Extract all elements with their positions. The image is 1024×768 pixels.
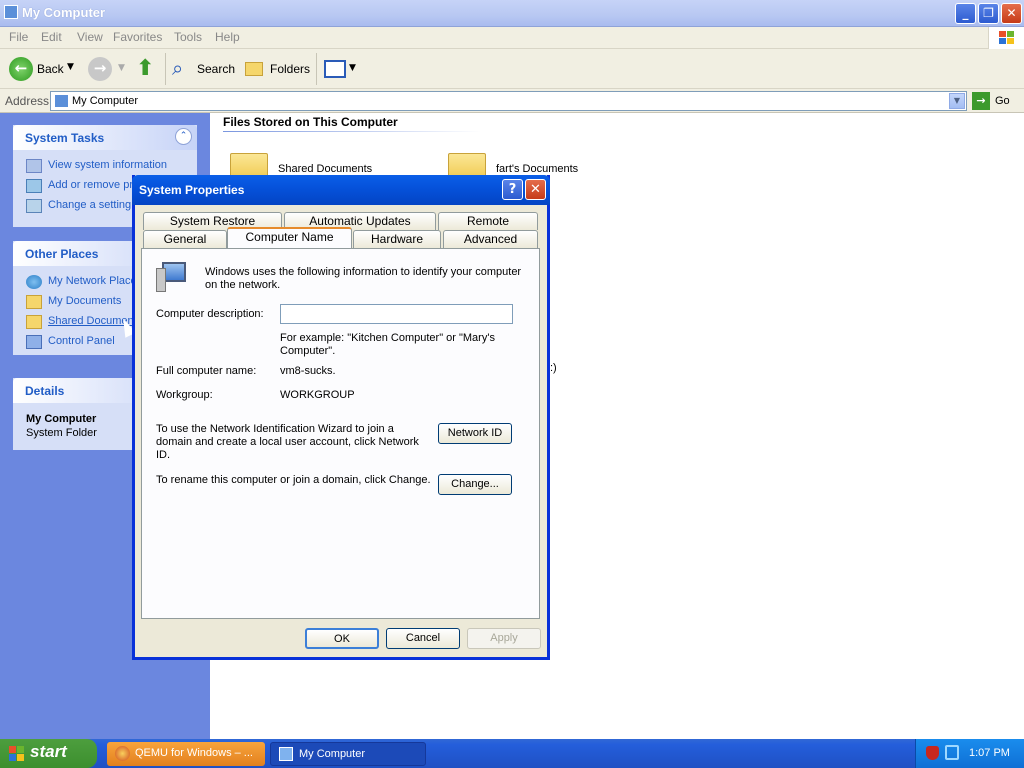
network-places-icon <box>26 275 42 289</box>
computer-icon <box>55 95 68 107</box>
windows-logo-icon <box>9 746 25 761</box>
task-view-system-info[interactable]: View system information <box>48 159 194 171</box>
section-divider <box>223 131 481 132</box>
change-button[interactable]: Change... <box>438 474 512 495</box>
computer-icon <box>4 5 18 19</box>
full-name-label: Full computer name: <box>156 365 257 377</box>
window-titlebar: My Computer _ ❐ ✕ <box>0 0 1024 27</box>
system-tasks-header[interactable]: System Tasks <box>13 125 197 150</box>
menu-favorites[interactable]: Favorites <box>113 30 162 44</box>
views-button[interactable]: ▼ <box>322 57 358 81</box>
shared-documents-icon <box>26 315 42 329</box>
computer-description-input[interactable] <box>280 304 513 324</box>
windows-logo-icon <box>988 27 1024 49</box>
details-name: My Computer <box>26 413 97 425</box>
folders-label: Folders <box>270 62 311 76</box>
computer-icon <box>156 262 188 292</box>
menu-edit[interactable]: Edit <box>41 30 62 44</box>
start-button[interactable]: start <box>0 739 97 768</box>
tab-advanced[interactable]: Advanced <box>443 230 538 248</box>
back-arrow-icon: ← <box>9 57 33 81</box>
rename-text: To rename this computer or join a domain… <box>156 474 431 486</box>
system-tray: 1:07 PM <box>915 739 1024 768</box>
apply-button[interactable]: Apply <box>467 628 541 649</box>
my-documents-icon <box>26 295 42 309</box>
chevron-down-icon[interactable]: ▼ <box>67 62 74 72</box>
tab-hardware[interactable]: Hardware <box>353 230 441 248</box>
partial-drive-label: :) <box>550 362 557 374</box>
network-id-button[interactable]: Network ID <box>438 423 512 444</box>
dialog-title: System Properties <box>139 183 245 197</box>
folder-shared-documents[interactable]: Shared Documents <box>278 163 372 175</box>
back-label: Back <box>37 62 64 76</box>
network-icon[interactable] <box>945 745 959 760</box>
collapse-icon[interactable]: ⌃ <box>175 128 192 145</box>
add-remove-icon <box>26 179 42 193</box>
ok-button[interactable]: OK <box>305 628 379 649</box>
address-dropdown-button[interactable]: ▼ <box>949 93 965 109</box>
start-label: start <box>30 742 67 761</box>
menu-bar: File Edit View Favorites Tools Help <box>0 27 1024 49</box>
menu-view[interactable]: View <box>77 30 103 44</box>
section-title: Files Stored on This Computer <box>223 115 398 129</box>
restore-button[interactable]: ❐ <box>978 3 999 24</box>
task-my-computer-label: My Computer <box>299 748 366 760</box>
go-button[interactable]: → Go <box>972 91 1022 111</box>
task-qemu-label: QEMU for Windows – ... <box>135 747 253 759</box>
folder-icon <box>245 62 263 76</box>
folders-button[interactable]: Folders <box>243 53 311 85</box>
clock: 1:07 PM <box>969 747 1010 759</box>
details-type: System Folder <box>26 427 97 439</box>
control-panel-icon <box>26 335 42 349</box>
computer-icon <box>279 747 293 761</box>
address-input[interactable]: My Computer ▼ <box>50 91 967 111</box>
menu-file[interactable]: File <box>9 30 28 44</box>
back-button[interactable]: ← Back ▼ <box>5 53 81 85</box>
full-name-value: vm8-sucks. <box>280 365 336 377</box>
description-example: For example: "Kitchen Computer" or "Mary… <box>280 332 495 357</box>
up-folder-icon[interactable]: ⬆ <box>136 56 158 81</box>
menu-help[interactable]: Help <box>215 30 240 44</box>
workgroup-label: Workgroup: <box>156 389 213 401</box>
toolbar: ← Back ▼ → ▼ ⬆ ⌕ Search Folders ▼ <box>0 49 1024 89</box>
place-my-network-places[interactable]: My Network Places <box>48 275 132 287</box>
network-id-text: To use the Network Identification Wizard… <box>156 423 419 461</box>
tab-remote[interactable]: Remote <box>438 212 538 230</box>
folder-user-documents[interactable]: fart's Documents <box>496 163 578 175</box>
intro-text: Windows uses the following information t… <box>205 266 522 291</box>
tab-computer-name[interactable]: Computer Name <box>227 227 352 248</box>
views-icon <box>324 60 346 78</box>
chevron-down-icon: ▼ <box>349 63 356 73</box>
help-button[interactable]: ? <box>502 179 523 200</box>
description-label: Computer description: <box>156 308 264 320</box>
search-button[interactable]: ⌕ Search <box>172 53 236 85</box>
close-button[interactable]: ✕ <box>1001 3 1022 24</box>
address-label: Address <box>5 94 50 108</box>
settings-icon <box>26 199 42 213</box>
minimize-button[interactable]: _ <box>955 3 976 24</box>
cancel-button[interactable]: Cancel <box>386 628 460 649</box>
search-icon: ⌕ <box>172 56 184 80</box>
menu-tools[interactable]: Tools <box>174 30 202 44</box>
workgroup-value: WORKGROUP <box>280 389 355 401</box>
firefox-icon <box>115 746 130 761</box>
forward-arrow-icon[interactable]: → <box>88 57 112 81</box>
window-title: My Computer <box>22 5 106 20</box>
dialog-close-button[interactable]: ✕ <box>525 179 546 200</box>
go-label: Go <box>995 95 1010 107</box>
chevron-down-icon[interactable]: ▼ <box>118 63 125 73</box>
security-shield-icon[interactable] <box>926 746 939 760</box>
dialog-titlebar: System Properties ? ✕ <box>132 175 550 205</box>
task-my-computer[interactable]: My Computer <box>270 742 426 766</box>
system-info-icon <box>26 159 42 173</box>
tab-general[interactable]: General <box>143 230 227 248</box>
go-arrow-icon: → <box>972 92 990 110</box>
search-label: Search <box>197 62 236 76</box>
task-qemu[interactable]: QEMU for Windows – ... <box>107 742 265 766</box>
address-value: My Computer <box>72 95 139 107</box>
